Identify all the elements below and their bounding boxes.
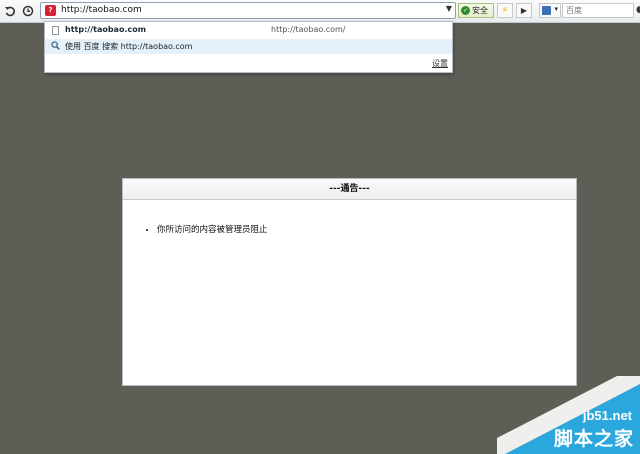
suggestion-title: http://taobao.com: [65, 25, 147, 34]
notice-title: ---通告---: [123, 179, 576, 200]
security-label: 安全: [472, 6, 488, 15]
suggestion-item[interactable]: 使用 百度 搜索 http://taobao.com: [45, 39, 452, 54]
browser-toolbar: ? http://taobao.com ▼ ✓ 安全 ⚡ ▶ ▾ 百度 ◐: [0, 0, 640, 23]
search-engine-selector[interactable]: ▾: [539, 3, 561, 18]
security-badge[interactable]: ✓ 安全: [458, 3, 494, 18]
suggestion-title: 使用 百度 搜索 http://taobao.com: [65, 42, 193, 51]
undo-arrow-icon[interactable]: [2, 3, 18, 19]
notice-item: 你所访问的内容被管理员阻止: [157, 223, 268, 235]
check-icon: ✓: [461, 6, 470, 15]
notice-list: 你所访问的内容被管理员阻止: [123, 223, 268, 235]
suggestion-item[interactable]: http://taobao.com http://taobao.com/: [45, 23, 452, 38]
play-icon[interactable]: ▶: [516, 3, 532, 18]
notice-panel: ---通告--- 你所访问的内容被管理员阻止: [122, 178, 577, 386]
address-dropdown-icon[interactable]: ▼: [446, 4, 452, 13]
clipped-toolbar-icon: ◐: [636, 5, 640, 15]
watermark-domain: jb51.net: [582, 408, 632, 423]
address-text[interactable]: http://taobao.com: [61, 5, 142, 15]
page-icon: [52, 26, 59, 35]
lightning-icon[interactable]: ⚡: [497, 3, 513, 18]
site-favicon-icon: ?: [45, 5, 56, 16]
chevron-down-icon: ▾: [554, 5, 558, 13]
watermark-title: 脚本之家: [553, 428, 634, 450]
search-placeholder: 百度: [566, 6, 582, 15]
clock-icon[interactable]: [20, 3, 36, 19]
search-icon: [51, 41, 60, 50]
suggestion-url: http://taobao.com/: [271, 25, 346, 34]
search-engine-icon: [542, 6, 551, 15]
address-bar[interactable]: ? http://taobao.com ▼: [40, 2, 456, 19]
site-watermark: jb51.net 脚本之家: [497, 376, 640, 454]
settings-link[interactable]: 设置: [432, 58, 448, 69]
search-input[interactable]: 百度: [562, 3, 634, 18]
address-suggestions-dropdown: http://taobao.com http://taobao.com/ 使用 …: [44, 21, 453, 73]
